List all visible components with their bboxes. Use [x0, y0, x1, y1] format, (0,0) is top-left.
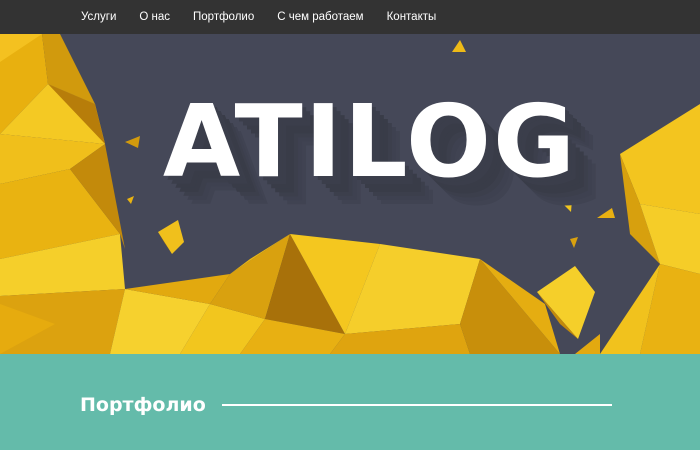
nav-item-contacts[interactable]: Контакты [387, 11, 437, 23]
hero-banner: ATILOG [0, 34, 700, 354]
page: Услуги О нас Портфолио С чем работаем Ко… [0, 0, 700, 450]
nav-item-services[interactable]: Услуги [81, 11, 116, 23]
nav-item-about[interactable]: О нас [139, 11, 170, 23]
hero-title: ATILOG [162, 83, 578, 200]
portfolio-heading: Портфолио [80, 394, 206, 416]
portfolio-section: Портфолио [0, 354, 700, 450]
nav-item-technologies[interactable]: С чем работаем [277, 11, 363, 23]
nav-item-portfolio[interactable]: Портфолио [193, 11, 254, 23]
top-navigation: Услуги О нас Портфолио С чем работаем Ко… [0, 0, 700, 34]
heading-divider [222, 404, 612, 406]
